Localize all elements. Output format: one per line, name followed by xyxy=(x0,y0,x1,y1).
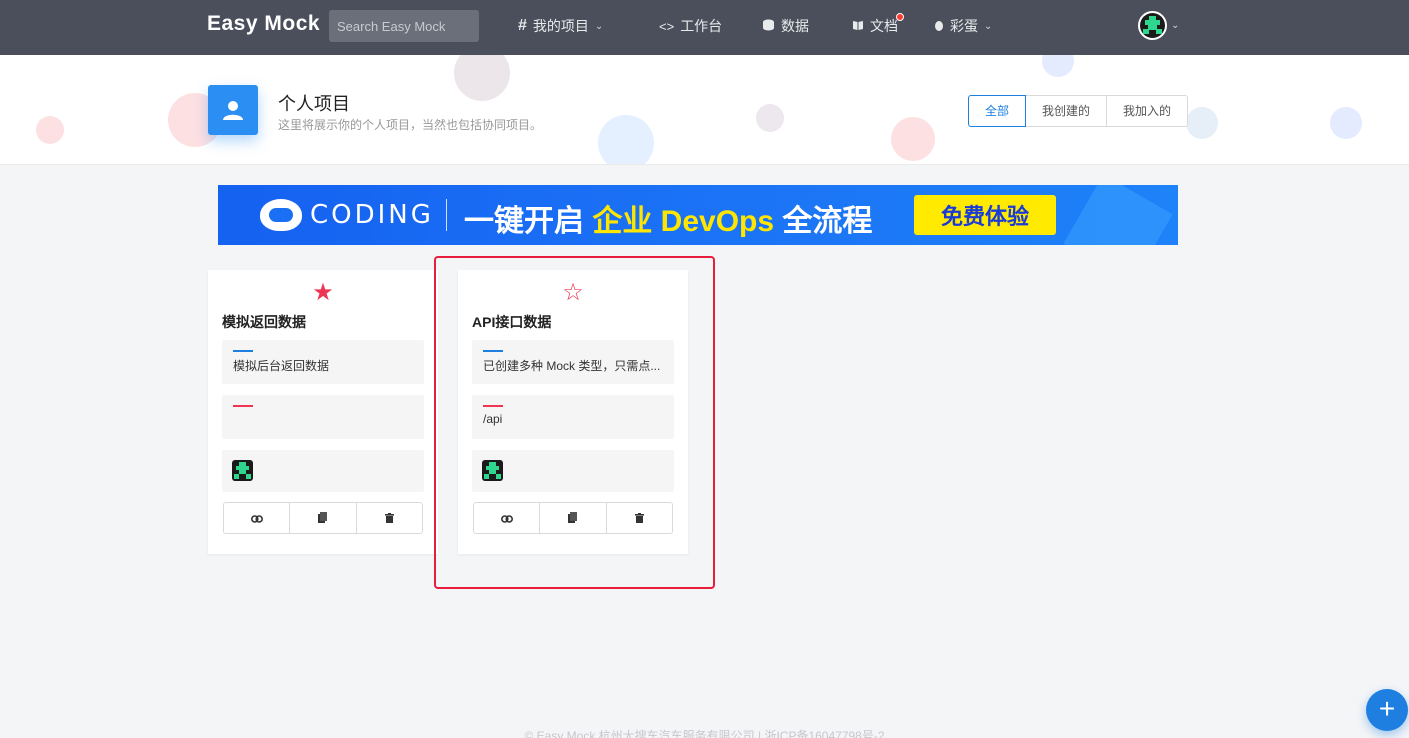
decor-bubble xyxy=(1186,107,1218,139)
coding-logo: CODING xyxy=(260,199,434,231)
project-card[interactable]: ★ 模拟返回数据 模拟后台返回数据 xyxy=(208,270,438,554)
banner-slogan-post: 全流程 xyxy=(774,205,873,238)
project-description-text: 已创建多种 Mock 类型，只需点... xyxy=(483,359,661,373)
project-description: 已创建多种 Mock 类型，只需点... xyxy=(472,340,674,384)
search-input[interactable] xyxy=(329,10,479,42)
project-description-text: 模拟后台返回数据 xyxy=(233,359,330,373)
banner-cta-button[interactable]: 免费体验 xyxy=(914,195,1056,235)
decor-bubble xyxy=(598,115,654,164)
member-avatar[interactable] xyxy=(482,460,503,481)
trash-icon xyxy=(634,511,644,526)
accent-line xyxy=(233,350,253,352)
chevron-down-icon: ⌄ xyxy=(594,20,604,32)
star-outline-icon[interactable]: ☆ xyxy=(458,278,688,307)
delete-project-button[interactable] xyxy=(356,503,422,533)
project-filter: 全部 我创建的 我加入的 xyxy=(968,95,1189,127)
nav-docs-label: 文档 xyxy=(870,18,898,34)
trash-icon xyxy=(384,511,394,526)
cube-icon xyxy=(1063,185,1173,245)
project-actions xyxy=(473,502,673,534)
nav-data[interactable]: 数据 xyxy=(762,16,809,36)
project-members xyxy=(472,450,674,492)
copy-icon xyxy=(568,511,578,526)
project-card[interactable]: ☆ API接口数据 已创建多种 Mock 类型，只需点... /api xyxy=(458,270,688,554)
copy-icon xyxy=(318,511,328,526)
page-header: 个人项目 这里将展示你的个人项目，当然也包括协同项目。 全部 我创建的 我加入的 xyxy=(0,55,1409,165)
avatar xyxy=(1138,11,1167,40)
copy-link-button[interactable] xyxy=(474,503,541,533)
project-title[interactable]: API接口数据 xyxy=(472,312,551,332)
link-icon xyxy=(500,511,513,526)
hash-icon: # xyxy=(518,17,527,34)
page-subtitle: 这里将展示你的个人项目，当然也包括协同项目。 xyxy=(278,118,543,132)
brand-logo[interactable]: Easy Mock xyxy=(207,12,320,36)
copy-link-button[interactable] xyxy=(224,503,291,533)
member-avatar[interactable] xyxy=(232,460,253,481)
accent-line xyxy=(483,350,503,352)
top-navbar: Easy Mock # 我的项目 ⌄ <> 工作台 数据 文档 彩蛋 ⌄ xyxy=(0,0,1409,55)
nav-my-projects-label: 我的项目 xyxy=(532,18,589,34)
banner-slogan-highlight: 企业 DevOps xyxy=(592,205,775,238)
project-title[interactable]: 模拟返回数据 xyxy=(222,312,306,332)
project-members xyxy=(222,450,424,492)
notification-dot xyxy=(896,13,904,21)
delete-project-button[interactable] xyxy=(606,503,672,533)
nav-docs-label-wrap: 文档 xyxy=(870,13,904,36)
decor-bubble xyxy=(454,55,510,101)
user-icon xyxy=(208,85,258,135)
nav-easter-egg-label: 彩蛋 xyxy=(950,18,978,34)
nav-my-projects[interactable]: # 我的项目 ⌄ xyxy=(518,16,603,36)
clone-project-button[interactable] xyxy=(290,503,357,533)
decor-bubble xyxy=(891,117,935,161)
accent-line xyxy=(233,405,253,407)
nav-easter-egg[interactable]: 彩蛋 ⌄ xyxy=(934,16,992,36)
project-actions xyxy=(223,502,423,534)
link-icon xyxy=(250,511,263,526)
decor-bubble xyxy=(1330,107,1362,139)
star-filled-icon[interactable]: ★ xyxy=(208,278,438,307)
nav-workbench[interactable]: <> 工作台 xyxy=(659,16,722,36)
nav-docs[interactable]: 文档 xyxy=(852,13,904,36)
project-base-url xyxy=(222,395,424,439)
accent-line xyxy=(483,405,503,407)
code-icon: <> xyxy=(659,18,675,34)
banner-slogan-pre: 一键开启 xyxy=(464,205,593,238)
project-description: 模拟后台返回数据 xyxy=(222,340,424,384)
book-icon xyxy=(852,19,864,34)
decor-bubble xyxy=(756,104,784,132)
filter-joined-button[interactable]: 我加入的 xyxy=(1107,95,1189,127)
footer-copyright: © Easy Mock 杭州大搜车汽车服务有限公司 | 浙ICP备1604779… xyxy=(524,729,885,738)
nav-data-label: 数据 xyxy=(781,18,809,34)
database-icon xyxy=(762,19,775,34)
filter-all-button[interactable]: 全部 xyxy=(968,95,1027,127)
egg-icon xyxy=(934,19,944,34)
project-base-url-text: /api xyxy=(483,412,503,426)
decor-bubble xyxy=(1042,55,1074,77)
filter-created-button[interactable]: 我创建的 xyxy=(1026,95,1108,127)
chevron-down-icon: ⌄ xyxy=(984,20,993,32)
banner-divider xyxy=(446,199,447,231)
project-base-url: /api xyxy=(472,395,674,439)
page-title: 个人项目 xyxy=(278,94,350,114)
nav-workbench-label: 工作台 xyxy=(680,18,723,34)
chevron-down-icon: ⌄ xyxy=(1171,20,1180,31)
decor-bubble xyxy=(36,116,64,144)
promo-banner[interactable]: CODING 一键开启 企业 DevOps 全流程 免费体验 xyxy=(218,185,1178,245)
clone-project-button[interactable] xyxy=(540,503,607,533)
mascot-icon xyxy=(260,199,302,231)
banner-brand: CODING xyxy=(310,200,434,230)
banner-slogan: 一键开启 企业 DevOps 全流程 xyxy=(464,196,872,240)
add-project-button[interactable]: + xyxy=(1366,689,1408,731)
user-menu[interactable]: ⌄ xyxy=(1138,11,1179,40)
